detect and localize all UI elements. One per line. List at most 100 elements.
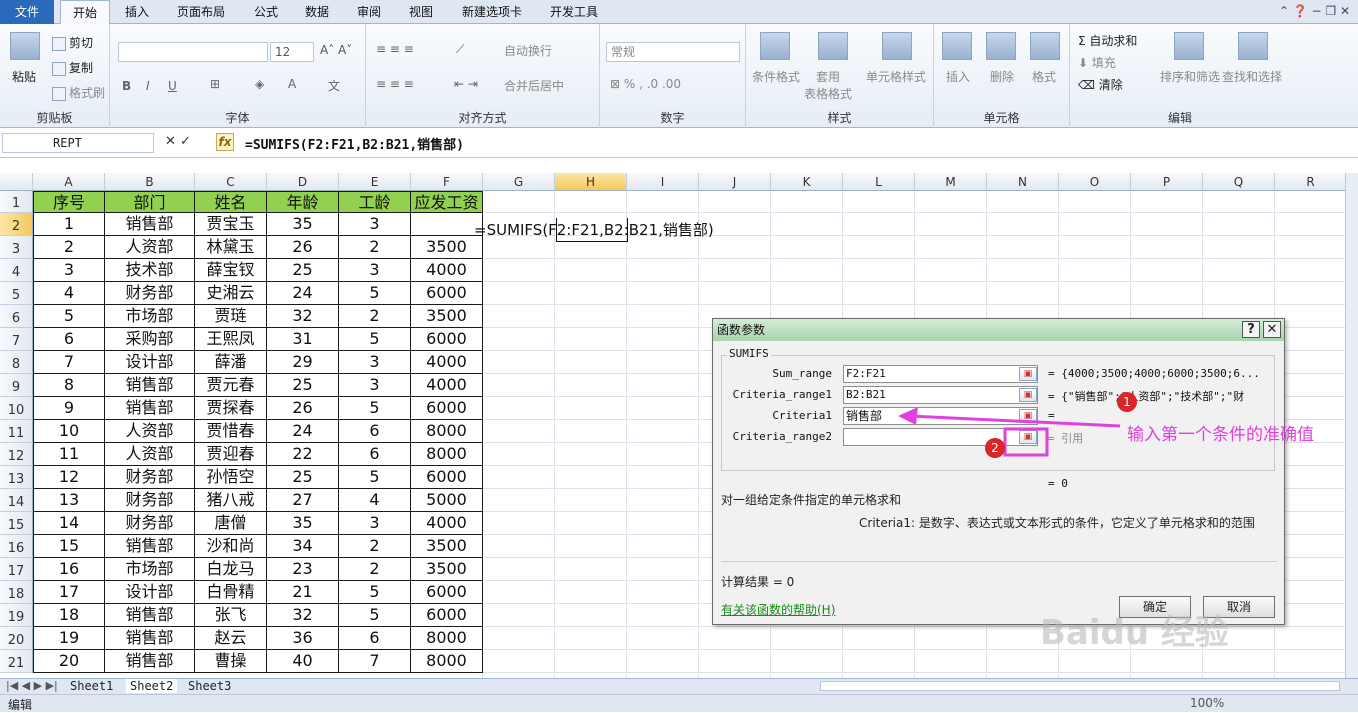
paste-button[interactable]: 粘贴: [12, 68, 36, 85]
number-format-buttons[interactable]: ⊠ % , .0 .00: [610, 77, 681, 91]
table-cell[interactable]: 贾迎春: [195, 443, 267, 466]
header-cell[interactable]: 部门: [105, 191, 195, 213]
table-cell[interactable]: 贾元春: [195, 374, 267, 397]
row-header[interactable]: 1: [0, 191, 33, 213]
table-cell[interactable]: 34: [267, 535, 339, 558]
table-cell[interactable]: 8: [33, 374, 105, 397]
table-cell[interactable]: 15: [33, 535, 105, 558]
collapse-dialog-icon[interactable]: ▣: [1019, 430, 1037, 444]
arg-input[interactable]: B2:B21: [843, 386, 1038, 404]
row-header[interactable]: 13: [0, 466, 33, 489]
table-cell[interactable]: 35: [267, 512, 339, 535]
table-cell[interactable]: 3: [339, 512, 411, 535]
tab-developer[interactable]: 开发工具: [542, 0, 606, 24]
tab-formulas[interactable]: 公式: [246, 0, 286, 24]
table-cell[interactable]: 29: [267, 351, 339, 374]
delete-cells-button[interactable]: 删除: [990, 68, 1014, 85]
table-cell[interactable]: 12: [33, 466, 105, 489]
table-cell[interactable]: 7: [339, 650, 411, 673]
table-cell[interactable]: 7: [33, 351, 105, 374]
font-size-combo[interactable]: 12: [270, 42, 314, 62]
table-cell[interactable]: 19: [33, 627, 105, 650]
table-cell[interactable]: 9: [33, 397, 105, 420]
formula-bar-controls[interactable]: ✕ ✓: [165, 134, 191, 149]
table-cell[interactable]: 5: [339, 328, 411, 351]
column-header-o[interactable]: O: [1059, 173, 1131, 191]
table-cell[interactable]: 设计部: [105, 351, 195, 374]
header-cell[interactable]: 序号: [33, 191, 105, 213]
table-cell[interactable]: 4000: [411, 351, 483, 374]
table-cell[interactable]: 8000: [411, 420, 483, 443]
table-cell[interactable]: 35: [267, 213, 339, 236]
table-cell[interactable]: 2: [339, 236, 411, 259]
table-cell[interactable]: 11: [33, 443, 105, 466]
table-cell[interactable]: 市场部: [105, 558, 195, 581]
collapse-dialog-icon[interactable]: ▣: [1019, 409, 1037, 423]
column-header-g[interactable]: G: [483, 173, 555, 191]
table-format-button[interactable]: 套用 表格格式: [804, 68, 852, 102]
table-cell[interactable]: 22: [267, 443, 339, 466]
table-cell[interactable]: 猪八戒: [195, 489, 267, 512]
wrap-text-button[interactable]: 自动换行: [504, 42, 552, 59]
table-cell[interactable]: 6: [339, 627, 411, 650]
italic-button[interactable]: I: [146, 79, 150, 93]
table-cell[interactable]: 6: [33, 328, 105, 351]
arg-input[interactable]: 销售部: [843, 407, 1038, 425]
indent-buttons[interactable]: ⇤ ⇥: [454, 77, 478, 91]
table-cell[interactable]: 销售部: [105, 535, 195, 558]
table-cell[interactable]: 6000: [411, 604, 483, 627]
table-cell[interactable]: 5: [339, 282, 411, 305]
table-cell[interactable]: 24: [267, 420, 339, 443]
table-cell[interactable]: 2: [339, 535, 411, 558]
horizontal-scrollbar[interactable]: [820, 681, 1340, 691]
row-header[interactable]: 17: [0, 558, 33, 581]
table-cell[interactable]: 36: [267, 627, 339, 650]
table-cell[interactable]: 4000: [411, 512, 483, 535]
table-cell[interactable]: 史湘云: [195, 282, 267, 305]
row-header[interactable]: 5: [0, 282, 33, 305]
table-cell[interactable]: 赵云: [195, 627, 267, 650]
table-cell[interactable]: 贾琏: [195, 305, 267, 328]
fill-button[interactable]: ⬇ 填充: [1078, 54, 1116, 71]
table-cell[interactable]: 3500: [411, 305, 483, 328]
row-header[interactable]: 9: [0, 374, 33, 397]
table-cell[interactable]: 采购部: [105, 328, 195, 351]
column-header-e[interactable]: E: [339, 173, 411, 191]
font-name-combo[interactable]: [118, 42, 268, 62]
table-cell[interactable]: 8000: [411, 650, 483, 673]
table-cell[interactable]: 白龙马: [195, 558, 267, 581]
sheet-nav-buttons[interactable]: |◀ ◀ ▶ ▶|: [6, 679, 58, 692]
table-cell[interactable]: 人资部: [105, 236, 195, 259]
table-cell[interactable]: 白骨精: [195, 581, 267, 604]
row-header[interactable]: 6: [0, 305, 33, 328]
function-help-link[interactable]: 有关该函数的帮助(H): [721, 601, 835, 618]
row-header[interactable]: 4: [0, 259, 33, 282]
font-color-button[interactable]: A: [288, 77, 296, 91]
table-cell[interactable]: 唐僧: [195, 512, 267, 535]
row-header[interactable]: 11: [0, 420, 33, 443]
row-header[interactable]: 12: [0, 443, 33, 466]
table-cell[interactable]: 3: [339, 351, 411, 374]
column-header-p[interactable]: P: [1131, 173, 1203, 191]
select-all-corner[interactable]: [0, 173, 33, 191]
tab-home[interactable]: 开始: [60, 0, 110, 25]
column-header-d[interactable]: D: [267, 173, 339, 191]
column-header-h[interactable]: H: [555, 173, 627, 191]
table-cell[interactable]: 薛潘: [195, 351, 267, 374]
formula-input[interactable]: =SUMIFS(F2:F21,B2:B21,销售部): [245, 134, 464, 153]
cut-button[interactable]: 剪切: [52, 34, 93, 51]
table-cell[interactable]: 人资部: [105, 420, 195, 443]
table-cell[interactable]: [411, 213, 483, 236]
table-cell[interactable]: 5: [339, 581, 411, 604]
table-cell[interactable]: 6000: [411, 282, 483, 305]
table-cell[interactable]: 4000: [411, 374, 483, 397]
table-cell[interactable]: 8000: [411, 627, 483, 650]
table-cell[interactable]: 25: [267, 259, 339, 282]
fill-color-button[interactable]: ◈: [255, 77, 264, 91]
name-box[interactable]: REPT: [2, 133, 154, 153]
bold-button[interactable]: B: [122, 79, 131, 93]
table-cell[interactable]: 6000: [411, 397, 483, 420]
dialog-title[interactable]: 函数参数: [713, 319, 1284, 341]
row-header[interactable]: 7: [0, 328, 33, 351]
table-cell[interactable]: 人资部: [105, 443, 195, 466]
